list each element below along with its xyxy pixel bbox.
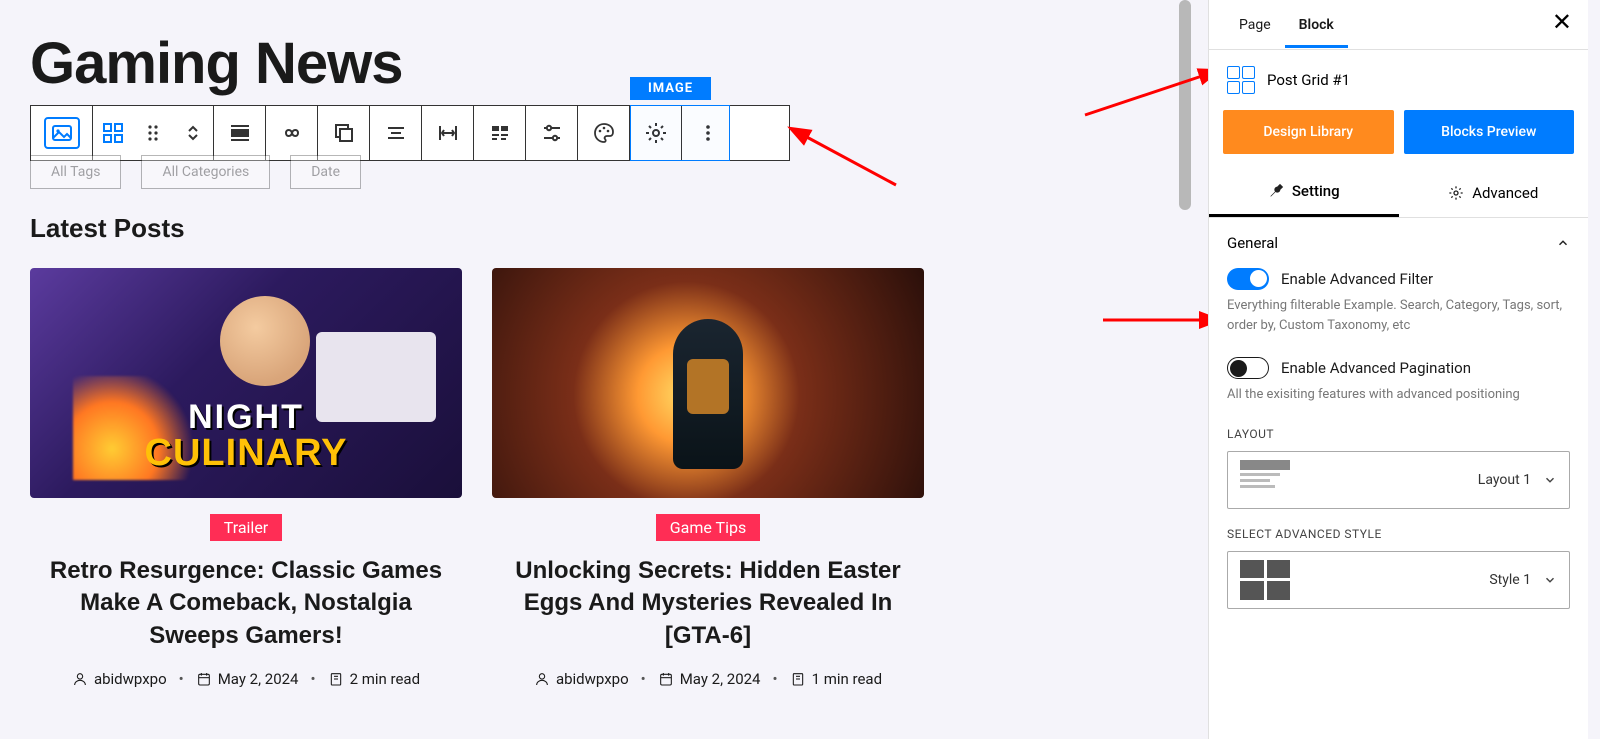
close-sidebar-button[interactable]: ✕ [1552, 10, 1572, 34]
post-grid-icon [1227, 66, 1255, 94]
align-button[interactable] [214, 106, 266, 160]
image-block-label: IMAGE [630, 77, 711, 100]
layout-value: Layout 1 [1302, 472, 1531, 488]
inspector-sidebar: Page Block ✕ Post Grid #1 Design Library… [1208, 0, 1588, 739]
post-date: May 2, 2024 [196, 670, 299, 688]
post-author[interactable]: abidwpxpo [534, 670, 629, 688]
advanced-pagination-hint: All the exisiting features with advanced… [1227, 385, 1570, 405]
gear-icon [644, 121, 668, 145]
sliders-icon [540, 121, 564, 145]
calendar-icon [196, 671, 212, 687]
columns-icon [488, 121, 512, 145]
advanced-filter-hint: Everything filterable Example. Search, C… [1227, 296, 1570, 335]
post-category-tag[interactable]: Trailer [210, 514, 282, 541]
toggle-advanced-pagination-label: Enable Advanced Pagination [1281, 359, 1471, 377]
align-full-icon [228, 121, 252, 145]
post-title[interactable]: Retro Resurgence: Classic Games Make A C… [30, 555, 462, 652]
layout-preview-icon [1240, 460, 1290, 500]
toggle-advanced-filter-label: Enable Advanced Filter [1281, 270, 1433, 288]
user-icon [534, 671, 550, 687]
image-icon [50, 121, 74, 145]
section-title: Latest Posts [30, 213, 1165, 244]
block-toolbar [30, 105, 790, 161]
user-icon [72, 671, 88, 687]
filter-all-tags[interactable]: All Tags [30, 155, 121, 189]
subtab-advanced[interactable]: Advanced [1399, 168, 1589, 217]
panel-general-header[interactable]: General [1209, 218, 1588, 268]
settings-sliders-button[interactable] [526, 106, 578, 160]
thumbnail-overlay-text: NIGHT CULINARY [145, 400, 348, 472]
link-button[interactable] [266, 106, 318, 160]
width-button[interactable] [422, 106, 474, 160]
editor-canvas: Gaming News IMAGE [0, 0, 1195, 739]
width-icon [436, 121, 460, 145]
text-align-button[interactable] [370, 106, 422, 160]
style-palette-button[interactable] [578, 106, 630, 160]
layers-icon [332, 121, 356, 145]
gear-icon [1448, 185, 1464, 201]
block-icon-button[interactable] [31, 106, 93, 160]
align-center-icon [384, 121, 408, 145]
more-options-button[interactable] [682, 106, 734, 160]
calendar-icon [658, 671, 674, 687]
post-grid: NIGHT CULINARY Trailer Retro Resurgence:… [30, 268, 1165, 688]
sidebar-button-row: Design Library Blocks Preview [1209, 110, 1588, 168]
subtab-setting[interactable]: Setting [1209, 168, 1399, 217]
book-icon [790, 671, 806, 687]
drag-handle-button[interactable] [133, 106, 173, 160]
chevron-down-icon [1543, 573, 1557, 587]
post-date: May 2, 2024 [658, 670, 761, 688]
layout-field-label: LAYOUT [1227, 427, 1570, 441]
toggle-advanced-pagination[interactable] [1227, 357, 1269, 379]
block-toolbar-wrap: IMAGE [30, 105, 1165, 161]
style-select[interactable]: Style 1 [1227, 551, 1570, 609]
style-value: Style 1 [1302, 572, 1531, 588]
tab-page[interactable]: Page [1225, 3, 1285, 47]
filter-all-categories[interactable]: All Categories [141, 155, 270, 189]
post-thumbnail[interactable] [492, 268, 924, 498]
drag-handle-icon [141, 121, 165, 145]
post-readtime: 1 min read [790, 670, 882, 688]
post-title[interactable]: Unlocking Secrets: Hidden Easter Eggs An… [492, 555, 924, 652]
block-name-label: Post Grid #1 [1267, 71, 1350, 89]
palette-icon [592, 121, 616, 145]
move-updown-button[interactable] [173, 106, 213, 160]
chevron-updown-icon [181, 121, 205, 145]
post-meta: abidwpxpo • May 2, 2024 • 1 min read [492, 670, 924, 688]
wrench-icon [1268, 183, 1284, 199]
book-icon [328, 671, 344, 687]
post-readtime: 2 min read [328, 670, 420, 688]
style-field-label: SELECT ADVANCED STYLE [1227, 527, 1570, 541]
design-library-button[interactable]: Design Library [1223, 110, 1394, 154]
post-thumbnail[interactable]: NIGHT CULINARY [30, 268, 462, 498]
style-preview-icon [1240, 560, 1290, 600]
filter-date[interactable]: Date [290, 155, 361, 189]
post-card: Game Tips Unlocking Secrets: Hidden East… [492, 268, 924, 688]
tab-block[interactable]: Block [1285, 3, 1348, 47]
blocks-preview-button[interactable]: Blocks Preview [1404, 110, 1575, 154]
panel-general: General Enable Advanced Filter Everythin… [1209, 217, 1588, 647]
post-meta: abidwpxpo • May 2, 2024 • 2 min read [30, 670, 462, 688]
post-author[interactable]: abidwpxpo [72, 670, 167, 688]
settings-gear-button[interactable] [630, 106, 682, 160]
columns-button[interactable] [474, 106, 526, 160]
duplicate-button[interactable] [318, 106, 370, 160]
layout-select[interactable]: Layout 1 [1227, 451, 1570, 509]
sidebar-tabs: Page Block ✕ [1209, 0, 1588, 50]
canvas-scrollbar[interactable] [1179, 0, 1191, 210]
chevron-down-icon [1543, 473, 1557, 487]
post-card: NIGHT CULINARY Trailer Retro Resurgence:… [30, 268, 462, 688]
sidebar-subtabs: Setting Advanced [1209, 168, 1588, 217]
block-identity: Post Grid #1 [1209, 50, 1588, 110]
infinity-icon [280, 121, 304, 145]
filter-row: All Tags All Categories Date [30, 155, 1165, 189]
toggle-advanced-filter[interactable] [1227, 268, 1269, 290]
toolbar-group-layout [93, 106, 214, 160]
chevron-up-icon [1556, 236, 1570, 250]
page-title: Gaming News [30, 30, 1165, 97]
grid-layout-button[interactable] [93, 106, 133, 160]
grid-icon [101, 121, 125, 145]
post-category-tag[interactable]: Game Tips [656, 514, 760, 541]
dots-vertical-icon [696, 121, 720, 145]
